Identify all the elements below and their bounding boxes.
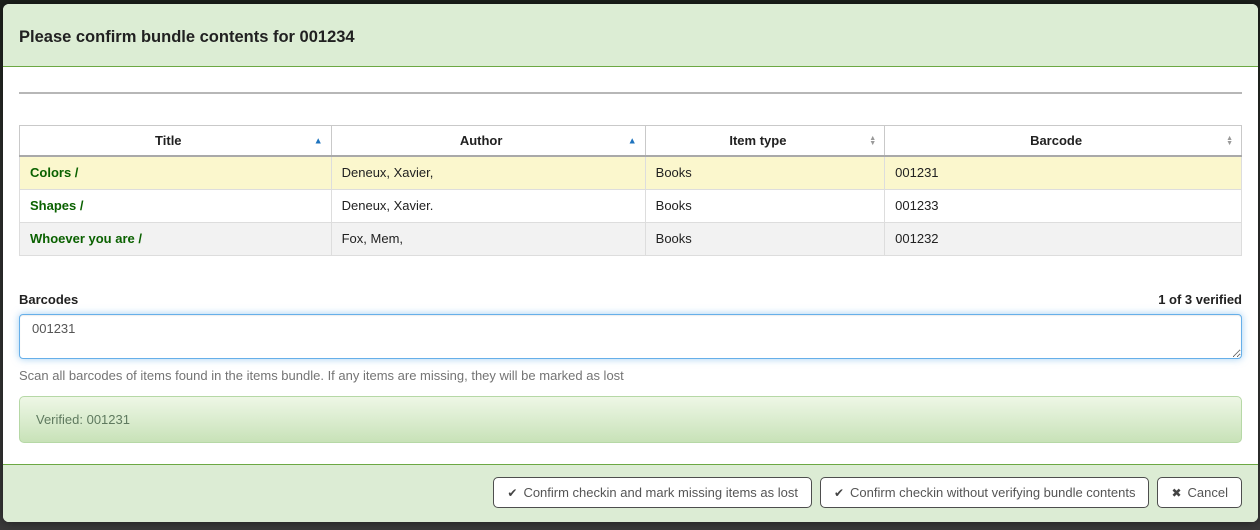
sort-both-icon: ▲▼ — [869, 136, 876, 146]
title-cell: Whoever you are / — [20, 222, 332, 255]
title-cell: Shapes / — [20, 189, 332, 222]
column-header-barcode[interactable]: Barcode ▲▼ — [885, 126, 1242, 157]
column-header-author[interactable]: Author ▲ — [331, 126, 645, 157]
table-row: Whoever you are / Fox, Mem, Books 001232 — [20, 222, 1242, 255]
column-header-label: Title — [155, 133, 182, 148]
table-header-row: Title ▲ Author ▲ Item type ▲▼ Barc — [20, 126, 1242, 157]
author-cell: Deneux, Xavier, — [331, 156, 645, 189]
table-row: Colors / Deneux, Xavier, Books 001231 — [20, 156, 1242, 189]
modal-title: Please confirm bundle contents for 00123… — [19, 28, 1242, 47]
cancel-button[interactable]: ✖ Cancel — [1157, 477, 1242, 508]
sort-both-icon: ▲▼ — [1226, 136, 1233, 146]
barcodes-input[interactable]: 001231 — [19, 314, 1242, 359]
barcodes-label: Barcodes — [19, 292, 78, 307]
column-header-item-type[interactable]: Item type ▲▼ — [645, 126, 885, 157]
column-header-label: Item type — [729, 133, 786, 148]
confirm-mark-lost-button[interactable]: ✔ Confirm checkin and mark missing items… — [493, 477, 812, 508]
title-link[interactable]: Shapes / — [30, 198, 83, 213]
modal-header: Please confirm bundle contents for 00123… — [3, 4, 1258, 67]
author-cell: Fox, Mem, — [331, 222, 645, 255]
divider — [19, 92, 1242, 94]
sort-ascending-icon: ▲ — [314, 138, 323, 143]
title-link[interactable]: Whoever you are / — [30, 231, 142, 246]
barcodes-hint: Scan all barcodes of items found in the … — [19, 368, 1242, 383]
bundle-items-table: Title ▲ Author ▲ Item type ▲▼ Barc — [19, 125, 1242, 256]
confirm-without-verify-button[interactable]: ✔ Confirm checkin without verifying bund… — [820, 477, 1150, 508]
modal-body: Title ▲ Author ▲ Item type ▲▼ Barc — [3, 67, 1258, 464]
button-label: Cancel — [1188, 485, 1228, 500]
item-type-cell: Books — [645, 189, 885, 222]
title-cell: Colors / — [20, 156, 332, 189]
button-label: Confirm checkin without verifying bundle… — [850, 485, 1135, 500]
barcode-cell: 001232 — [885, 222, 1242, 255]
verified-alert: Verified: 001231 — [19, 396, 1242, 443]
confirm-bundle-modal: Please confirm bundle contents for 00123… — [3, 4, 1258, 522]
barcode-cell: 001231 — [885, 156, 1242, 189]
cancel-icon: ✖ — [1171, 486, 1181, 500]
verified-count: 1 of 3 verified — [1158, 292, 1242, 307]
title-link[interactable]: Colors / — [30, 165, 78, 180]
button-label: Confirm checkin and mark missing items a… — [523, 485, 798, 500]
sort-ascending-icon: ▲ — [628, 138, 637, 143]
modal-backdrop: { "modal": { "title": "Please confirm bu… — [0, 0, 1260, 530]
barcode-cell: 001233 — [885, 189, 1242, 222]
item-type-cell: Books — [645, 156, 885, 189]
item-type-cell: Books — [645, 222, 885, 255]
check-icon: ✔ — [834, 486, 844, 500]
modal-footer: ✔ Confirm checkin and mark missing items… — [3, 464, 1258, 522]
table-row: Shapes / Deneux, Xavier. Books 001233 — [20, 189, 1242, 222]
column-header-label: Barcode — [1030, 133, 1082, 148]
check-icon: ✔ — [507, 486, 517, 500]
column-header-title[interactable]: Title ▲ — [20, 126, 332, 157]
column-header-label: Author — [460, 133, 503, 148]
author-cell: Deneux, Xavier. — [331, 189, 645, 222]
